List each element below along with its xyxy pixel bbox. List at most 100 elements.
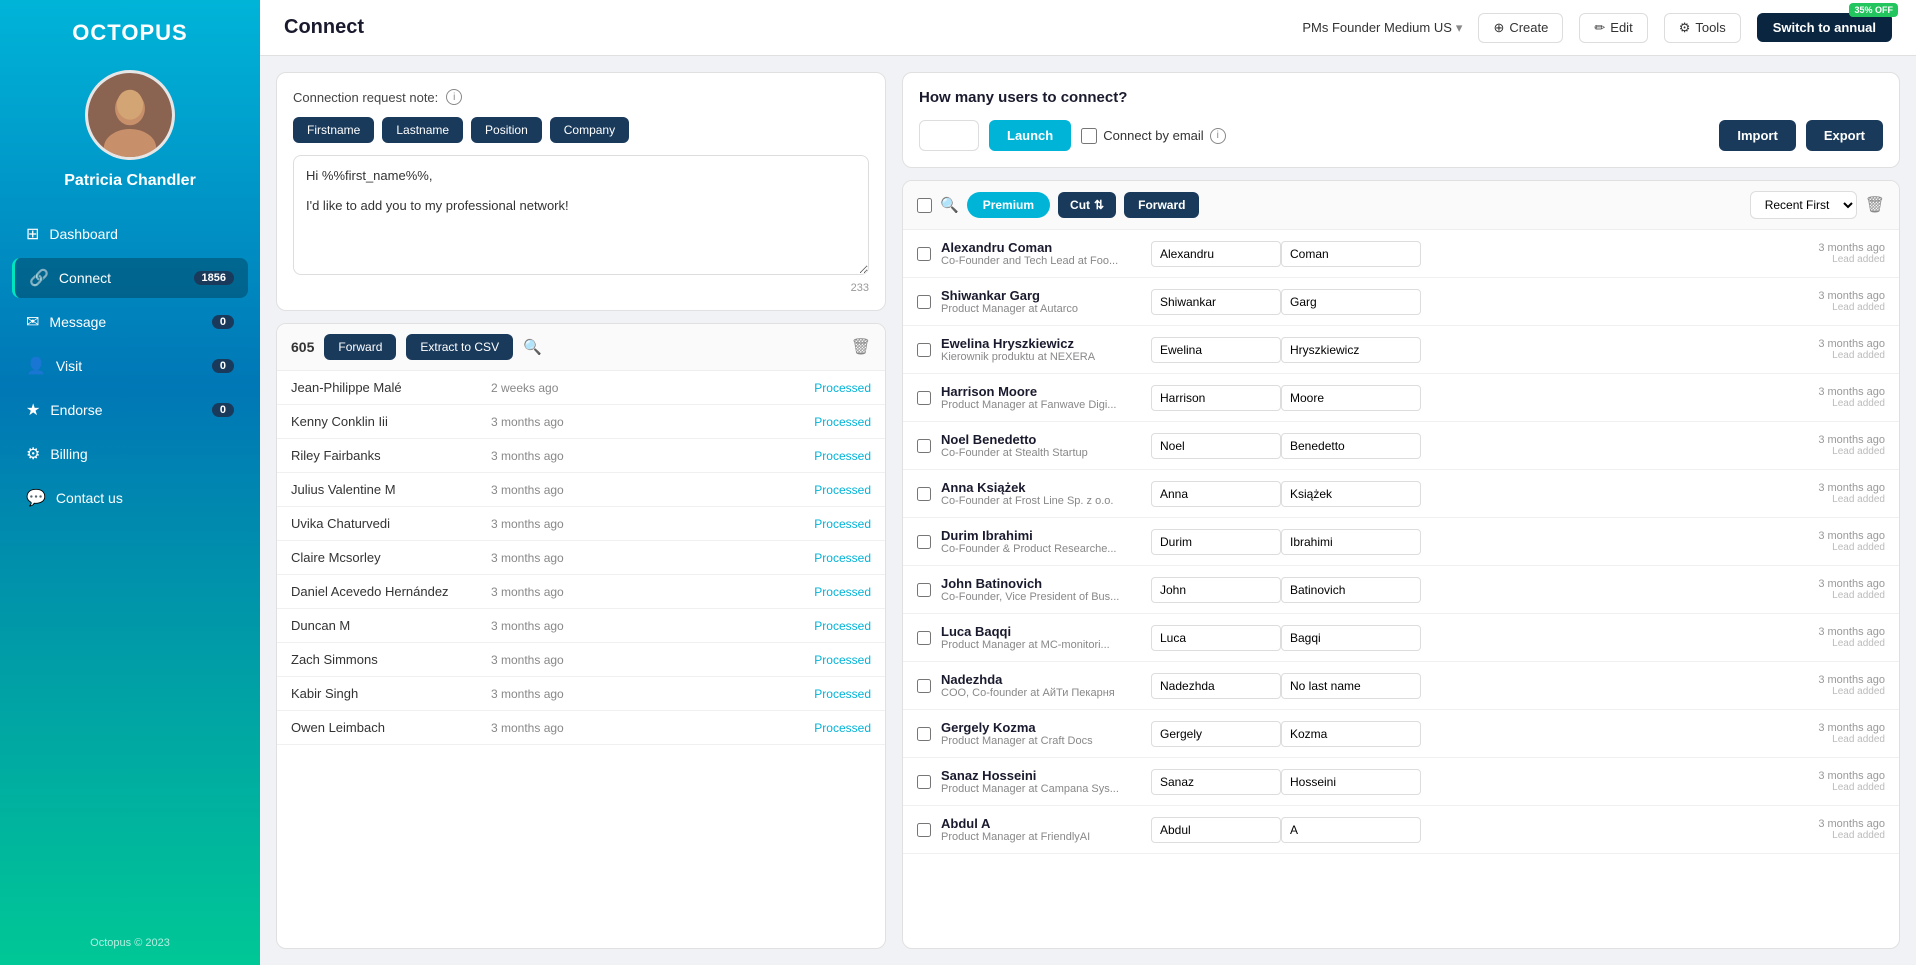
lead-firstname-field[interactable]: [1151, 289, 1281, 315]
lastname-input[interactable]: [1281, 241, 1421, 267]
launch-button[interactable]: Launch: [989, 120, 1071, 151]
list-item[interactable]: Jean-Philippe Malé 2 weeks ago Processed: [277, 371, 885, 405]
firstname-input[interactable]: [1151, 721, 1281, 747]
lead-firstname-field[interactable]: [1151, 769, 1281, 795]
sidebar-item-billing[interactable]: ⚙ Billing: [12, 434, 248, 474]
lead-lastname-field[interactable]: [1281, 721, 1421, 747]
leads-forward-button[interactable]: Forward: [1124, 192, 1199, 218]
firstname-input[interactable]: [1151, 769, 1281, 795]
plan-selector[interactable]: PMs Founder Medium US ▾: [1302, 20, 1462, 36]
list-item[interactable]: Duncan M 3 months ago Processed: [277, 609, 885, 643]
firstname-input[interactable]: [1151, 337, 1281, 363]
lead-firstname-field[interactable]: [1151, 433, 1281, 459]
lead-lastname-field[interactable]: [1281, 481, 1421, 507]
cut-button[interactable]: Cut ⇅: [1058, 192, 1116, 218]
lead-firstname-field[interactable]: [1151, 337, 1281, 363]
email-info-icon[interactable]: i: [1210, 128, 1226, 144]
lead-checkbox[interactable]: [917, 823, 931, 837]
sidebar-item-contact[interactable]: 💬 Contact us: [12, 478, 248, 518]
lead-firstname-field[interactable]: [1151, 721, 1281, 747]
firstname-input[interactable]: [1151, 385, 1281, 411]
position-tag-button[interactable]: Position: [471, 117, 542, 143]
firstname-input[interactable]: [1151, 289, 1281, 315]
lastname-input[interactable]: [1281, 577, 1421, 603]
lastname-input[interactable]: [1281, 529, 1421, 555]
firstname-input[interactable]: [1151, 625, 1281, 651]
lead-checkbox[interactable]: [917, 775, 931, 789]
firstname-input[interactable]: [1151, 433, 1281, 459]
lead-checkbox[interactable]: [917, 631, 931, 645]
lead-checkbox[interactable]: [917, 583, 931, 597]
lead-checkbox[interactable]: [917, 391, 931, 405]
list-forward-button[interactable]: Forward: [324, 334, 396, 360]
lead-firstname-field[interactable]: [1151, 529, 1281, 555]
lastname-input[interactable]: [1281, 433, 1421, 459]
lead-firstname-field[interactable]: [1151, 577, 1281, 603]
lead-lastname-field[interactable]: [1281, 673, 1421, 699]
lead-firstname-field[interactable]: [1151, 385, 1281, 411]
lead-lastname-field[interactable]: [1281, 625, 1421, 651]
firstname-input[interactable]: [1151, 817, 1281, 843]
switch-annual-button[interactable]: 35% OFF Switch to annual: [1757, 13, 1892, 42]
lead-checkbox[interactable]: [917, 679, 931, 693]
note-textarea[interactable]: Hi %%first_name%%, I'd like to add you t…: [293, 155, 869, 275]
info-icon[interactable]: i: [446, 89, 462, 105]
list-item[interactable]: Uvika Chaturvedi 3 months ago Processed: [277, 507, 885, 541]
list-item[interactable]: Claire Mcsorley 3 months ago Processed: [277, 541, 885, 575]
delete-leads-button[interactable]: 🗑: [1865, 195, 1885, 215]
lead-lastname-field[interactable]: [1281, 337, 1421, 363]
lead-checkbox[interactable]: [917, 295, 931, 309]
lastname-input[interactable]: [1281, 289, 1421, 315]
lead-lastname-field[interactable]: [1281, 817, 1421, 843]
export-button[interactable]: Export: [1806, 120, 1883, 151]
lead-lastname-field[interactable]: [1281, 289, 1421, 315]
lastname-input[interactable]: [1281, 337, 1421, 363]
firstname-input[interactable]: [1151, 673, 1281, 699]
connect-email-checkbox[interactable]: [1081, 128, 1097, 144]
lastname-tag-button[interactable]: Lastname: [382, 117, 463, 143]
create-button[interactable]: ⊕ Create: [1478, 13, 1563, 43]
list-item[interactable]: Kabir Singh 3 months ago Processed: [277, 677, 885, 711]
list-extract-button[interactable]: Extract to CSV: [406, 334, 513, 360]
search-icon[interactable]: 🔍: [523, 338, 542, 356]
firstname-input[interactable]: [1151, 481, 1281, 507]
lead-checkbox[interactable]: [917, 343, 931, 357]
edit-button[interactable]: ✏ Edit: [1579, 13, 1647, 43]
list-item[interactable]: Kenny Conklin Iii 3 months ago Processed: [277, 405, 885, 439]
lead-firstname-field[interactable]: [1151, 481, 1281, 507]
lead-checkbox[interactable]: [917, 247, 931, 261]
sort-select[interactable]: Recent FirstOldest FirstName A-ZName Z-A: [1750, 191, 1857, 219]
select-all-checkbox[interactable]: [917, 198, 932, 213]
lead-firstname-field[interactable]: [1151, 673, 1281, 699]
list-delete-icon[interactable]: 🗑: [851, 337, 871, 357]
lead-lastname-field[interactable]: [1281, 769, 1421, 795]
lead-lastname-field[interactable]: [1281, 385, 1421, 411]
lead-lastname-field[interactable]: [1281, 433, 1421, 459]
lead-checkbox[interactable]: [917, 535, 931, 549]
sidebar-item-dashboard[interactable]: ⊞ Dashboard: [12, 214, 248, 254]
lastname-input[interactable]: [1281, 721, 1421, 747]
lead-checkbox[interactable]: [917, 439, 931, 453]
list-item[interactable]: Julius Valentine M 3 months ago Processe…: [277, 473, 885, 507]
lead-checkbox[interactable]: [917, 487, 931, 501]
lead-lastname-field[interactable]: [1281, 241, 1421, 267]
lead-firstname-field[interactable]: [1151, 817, 1281, 843]
lastname-input[interactable]: [1281, 481, 1421, 507]
user-count-input[interactable]: [919, 120, 979, 151]
tools-button[interactable]: ⚙ Tools: [1664, 13, 1741, 43]
import-button[interactable]: Import: [1719, 120, 1795, 151]
lastname-input[interactable]: [1281, 385, 1421, 411]
sidebar-item-connect[interactable]: 🔗 Connect 1856: [12, 258, 248, 298]
sidebar-item-endorse[interactable]: ★ Endorse 0: [12, 390, 248, 430]
lastname-input[interactable]: [1281, 817, 1421, 843]
lead-firstname-field[interactable]: [1151, 625, 1281, 651]
firstname-tag-button[interactable]: Firstname: [293, 117, 374, 143]
lastname-input[interactable]: [1281, 673, 1421, 699]
list-item[interactable]: Owen Leimbach 3 months ago Processed: [277, 711, 885, 745]
list-item[interactable]: Daniel Acevedo Hernández 3 months ago Pr…: [277, 575, 885, 609]
premium-filter-button[interactable]: Premium: [967, 192, 1050, 218]
lead-lastname-field[interactable]: [1281, 529, 1421, 555]
lead-lastname-field[interactable]: [1281, 577, 1421, 603]
leads-search-button[interactable]: 🔍: [940, 196, 959, 214]
sidebar-item-message[interactable]: ✉ Message 0: [12, 302, 248, 342]
